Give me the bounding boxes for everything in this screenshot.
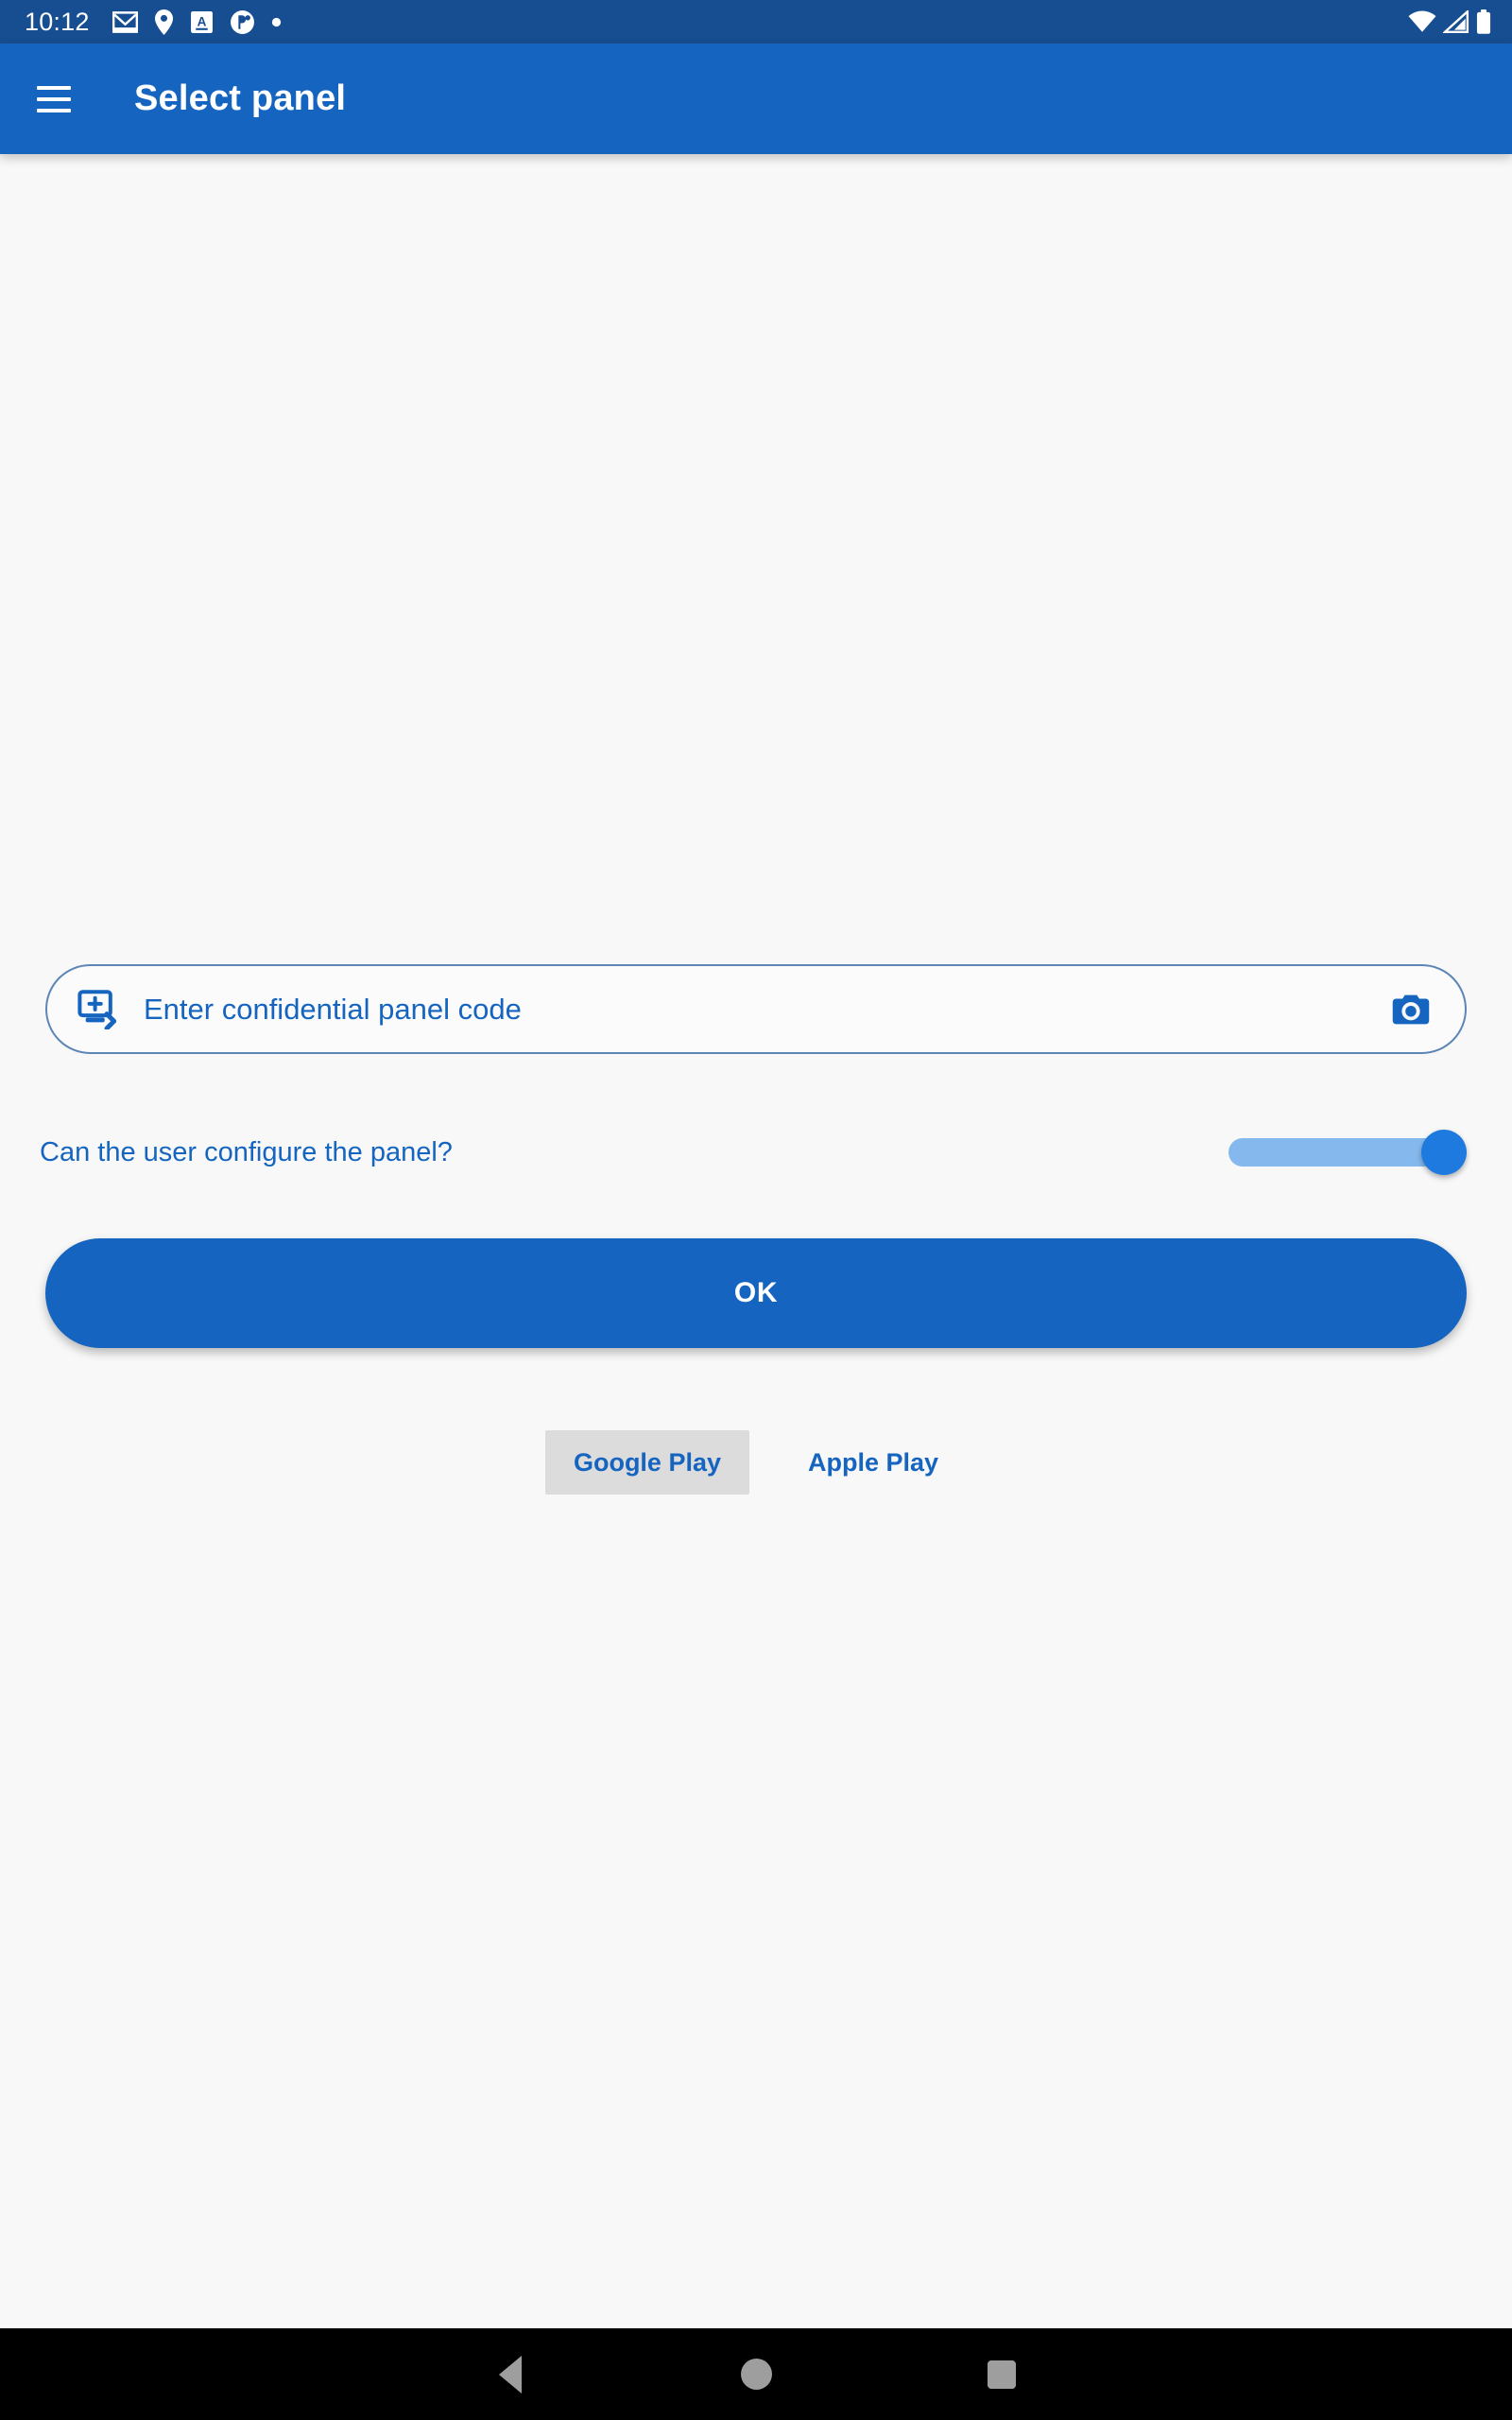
hamburger-menu-icon[interactable] <box>26 72 81 127</box>
page-title: Select panel <box>134 78 347 118</box>
camera-icon[interactable] <box>1383 982 1438 1037</box>
status-bar: 10:12 A <box>0 0 1512 43</box>
configure-panel-row: Can the user configure the panel? <box>38 1125 1467 1180</box>
app-screen: 10:12 A Select panel Enter confidential … <box>0 0 1512 2420</box>
panel-code-field[interactable]: Enter confidential panel code <box>45 964 1467 1054</box>
translate-a-icon: A <box>190 10 213 33</box>
status-notification-icons: A <box>112 9 282 35</box>
circle-icon <box>740 2359 772 2390</box>
dot-icon <box>271 17 281 26</box>
main-content: Enter confidential panel code Can the us… <box>0 154 1512 2328</box>
wifi-icon <box>1408 10 1436 32</box>
menu-line-1 <box>37 85 71 90</box>
home-button[interactable] <box>633 2328 879 2420</box>
add-to-screen-icon <box>77 989 117 1029</box>
back-button[interactable] <box>387 2328 633 2420</box>
svg-text:A: A <box>197 14 206 28</box>
android-nav-bar <box>0 2328 1512 2420</box>
ok-button[interactable]: OK <box>45 1238 1467 1348</box>
gmail-icon <box>112 10 138 33</box>
panel-code-placeholder: Enter confidential panel code <box>144 992 522 1026</box>
tab-google-play[interactable]: Google Play <box>544 1430 749 1495</box>
tab-apple-play[interactable]: Apple Play <box>780 1430 967 1495</box>
menu-line-3 <box>37 108 71 112</box>
square-icon <box>988 2360 1016 2389</box>
status-clock: 10:12 <box>25 8 90 36</box>
status-system-icons <box>1408 9 1491 34</box>
recents-button[interactable] <box>879 2328 1125 2420</box>
circle-badge-icon <box>230 9 254 34</box>
store-tabs: Google Play Apple Play <box>0 1430 1512 1504</box>
cellular-signal-icon <box>1443 10 1469 33</box>
configure-panel-label: Can the user configure the panel? <box>40 1136 453 1167</box>
toggle-thumb[interactable] <box>1421 1130 1467 1175</box>
menu-line-2 <box>37 96 71 101</box>
battery-icon <box>1476 9 1491 34</box>
location-pin-icon <box>154 9 173 35</box>
configure-panel-toggle[interactable] <box>1228 1128 1467 1177</box>
app-bar: Select panel <box>0 43 1512 154</box>
triangle-left-icon <box>499 2355 522 2394</box>
